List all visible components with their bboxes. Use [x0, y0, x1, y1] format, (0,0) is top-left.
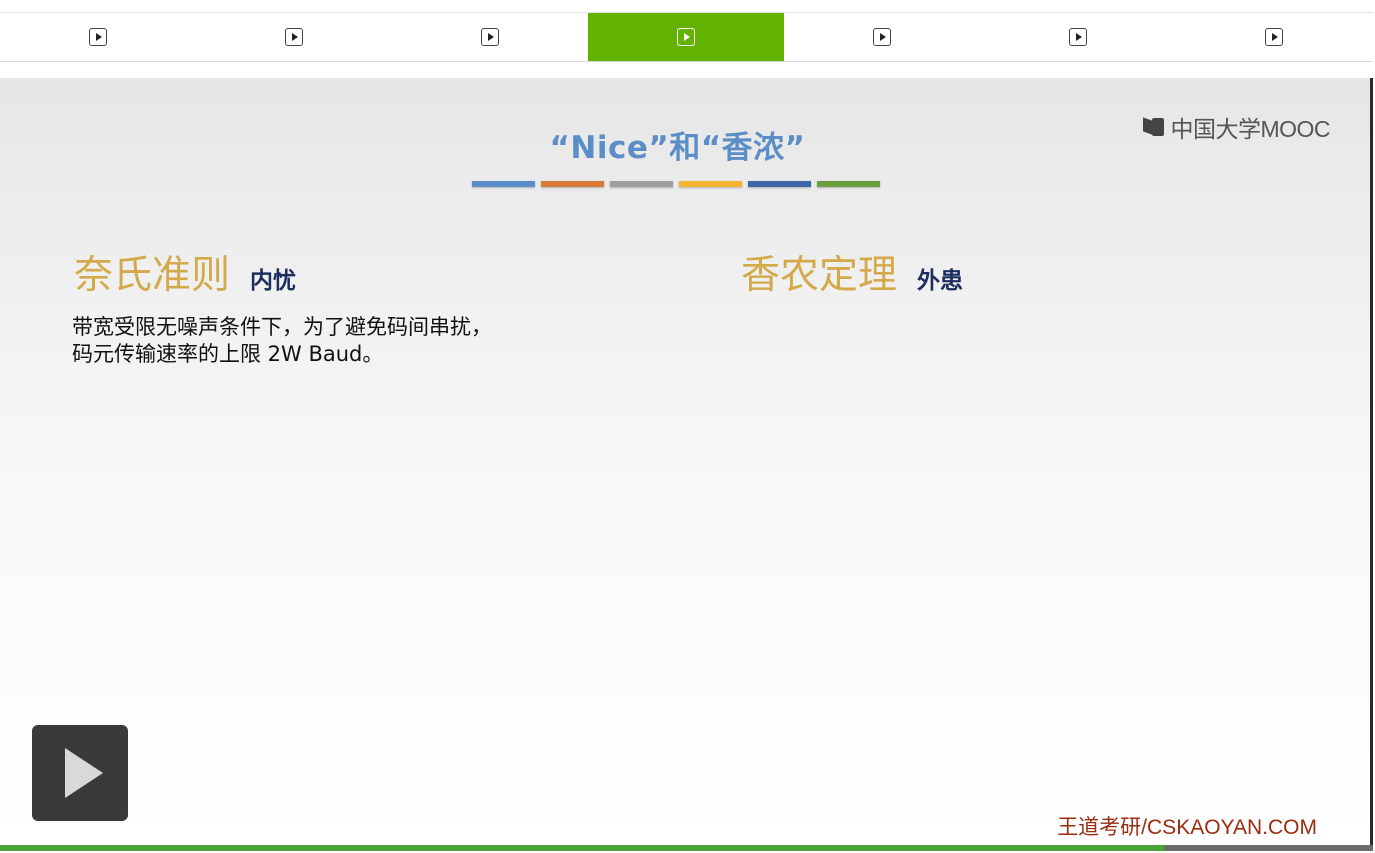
mooc-logo-text: 中国大学MOOC	[1170, 116, 1330, 142]
nav-tab-5[interactable]	[784, 13, 980, 61]
slide-edge	[1370, 78, 1373, 847]
nav-tab-4[interactable]	[588, 13, 784, 61]
play-icon	[1265, 28, 1283, 46]
play-icon	[1069, 28, 1087, 46]
nav-tab-1[interactable]	[0, 13, 196, 61]
video-progress-fill	[0, 845, 1165, 851]
section-nav	[0, 0, 1375, 78]
nyquist-title: 奈氏准则	[74, 253, 231, 298]
underline-bar-3	[610, 181, 673, 187]
mooc-logo-icon	[1143, 116, 1165, 138]
nyquist-description: 带宽受限无噪声条件下，为了避免码间串扰， 码元传输速率的上限 2W Baud。	[72, 314, 492, 368]
video-progress-bar[interactable]	[0, 845, 1373, 851]
play-icon	[677, 28, 695, 46]
underline-bar-2	[541, 181, 604, 187]
nav-tab-2[interactable]	[196, 13, 392, 61]
play-icon	[481, 28, 499, 46]
mooc-logo: 中国大学MOOC	[1143, 110, 1330, 144]
title-underline-bars	[472, 181, 880, 187]
nyquist-tag: 内忧	[250, 268, 297, 294]
nyquist-line-1: 带宽受限无噪声条件下，为了避免码间串扰，	[72, 315, 492, 339]
shannon-title: 香农定理	[741, 253, 898, 298]
underline-bar-1	[472, 181, 535, 187]
play-icon	[65, 748, 103, 798]
underline-bar-4	[679, 181, 742, 187]
nav-tab-6[interactable]	[980, 13, 1176, 61]
nav-tab-3[interactable]	[392, 13, 588, 61]
nyquist-heading: 奈氏准则 内忧	[74, 244, 296, 300]
nyquist-line-2: 码元传输速率的上限 2W Baud。	[72, 342, 384, 366]
play-icon	[873, 28, 891, 46]
slide: “Nice”和“香浓” 中国大学MOOC 奈氏准则 内忧 带宽受限无噪声条件下，…	[0, 78, 1370, 847]
play-button[interactable]	[32, 725, 128, 821]
nav-tab-7[interactable]	[1176, 13, 1372, 61]
play-icon	[89, 28, 107, 46]
underline-bar-6	[817, 181, 880, 187]
shannon-tag: 外患	[917, 268, 964, 294]
footer-brand: 王道考研/CSKAOYAN.COM	[1057, 816, 1317, 839]
section-tabs	[0, 12, 1373, 62]
shannon-heading: 香农定理 外患	[741, 244, 963, 300]
underline-bar-5	[748, 181, 811, 187]
play-icon	[285, 28, 303, 46]
